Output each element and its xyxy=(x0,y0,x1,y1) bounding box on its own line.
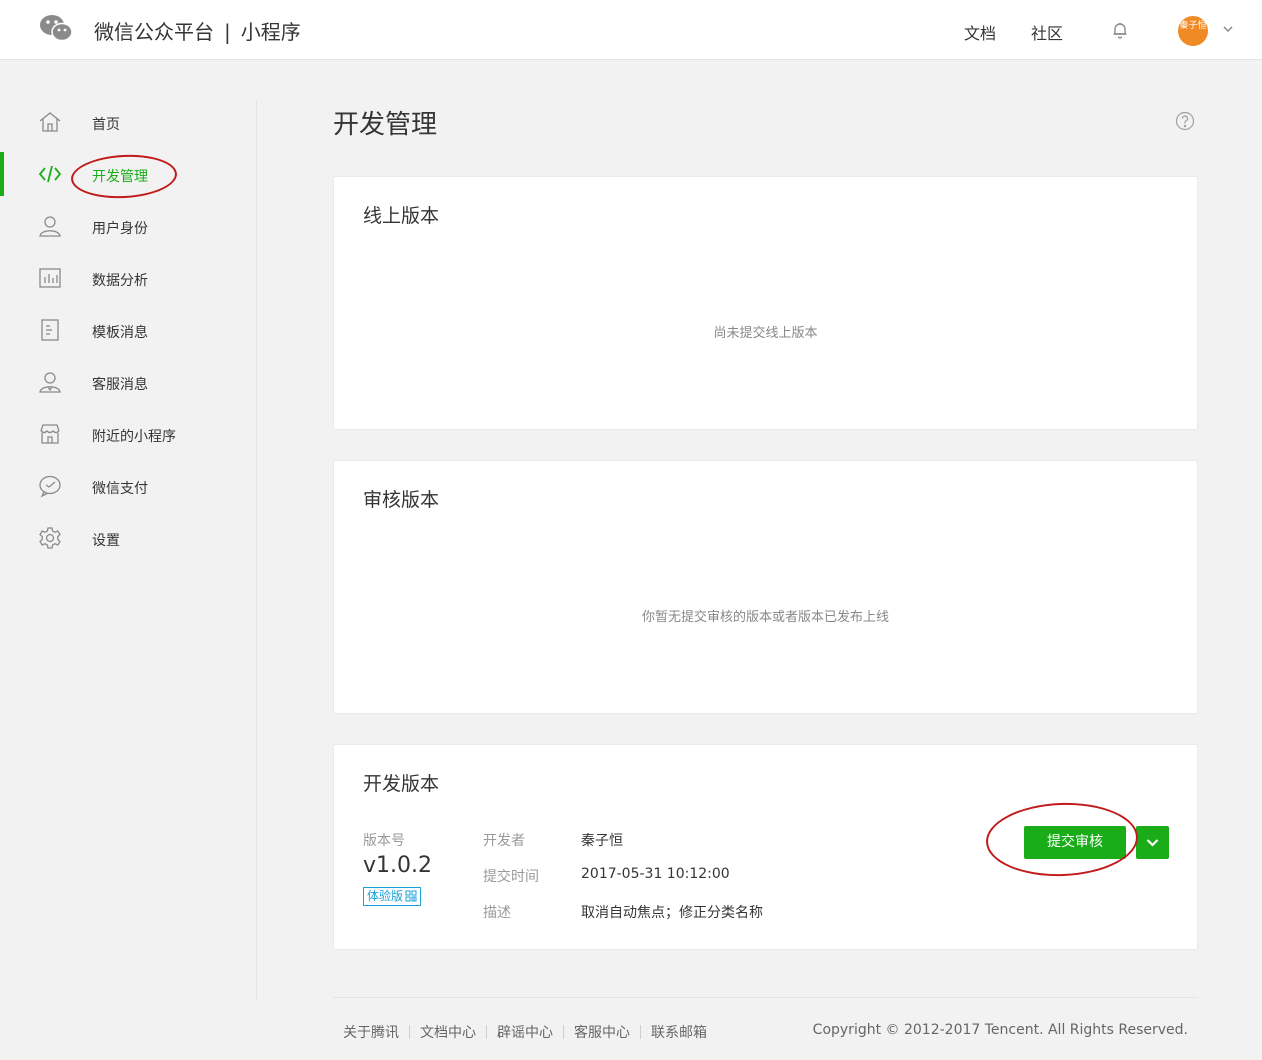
product-name: 小程序 xyxy=(240,20,301,44)
review-version-title: 审核版本 xyxy=(363,489,440,511)
sidebar-item-data-analysis[interactable]: 数据分析 xyxy=(0,256,256,308)
footer-divider-bar xyxy=(409,1025,410,1039)
sidebar-item-home[interactable]: 首页 xyxy=(0,100,256,152)
wechat-logo-icon[interactable] xyxy=(38,12,74,44)
user-icon xyxy=(39,216,61,237)
avatar-text: 秦子恒 xyxy=(1179,21,1207,31)
description-label: 描述 xyxy=(483,905,511,921)
version-number: v1.0.2 xyxy=(363,853,432,878)
page-title: 开发管理 xyxy=(333,110,438,140)
chevron-down-icon xyxy=(1146,839,1159,847)
sidebar-item-label: 设置 xyxy=(92,533,120,549)
footer-divider xyxy=(333,997,1198,998)
code-icon xyxy=(38,165,62,183)
review-version-empty-text: 你暂无提交审核的版本或者版本已发布上线 xyxy=(641,610,889,625)
version-number-label: 版本号 xyxy=(363,833,405,849)
store-icon xyxy=(40,424,60,444)
submit-review-button[interactable]: 提交审核 xyxy=(1024,826,1126,859)
brand-title[interactable]: 微信公众平台 | 小程序 xyxy=(94,16,301,45)
dev-version-title: 开发版本 xyxy=(363,773,440,795)
sidebar: 首页 开发管理 用户身份 数据分析 模板消息 客服消息 附近的小程序 微信支付 … xyxy=(0,100,257,1000)
footer-link-service-center[interactable]: 客服中心 xyxy=(574,1022,630,1042)
sidebar-item-dev-management[interactable]: 开发管理 xyxy=(0,152,256,204)
home-icon xyxy=(39,112,61,132)
dev-version-card: 开发版本 版本号 v1.0.2 体验版 开发者 秦子恒 提交时间 2017-05… xyxy=(333,744,1198,950)
active-indicator xyxy=(0,152,4,196)
sidebar-item-label: 首页 xyxy=(92,117,120,133)
community-link[interactable]: 社区 xyxy=(1031,20,1063,44)
developer-label: 开发者 xyxy=(483,833,525,849)
footer-link-contact-email[interactable]: 联系邮箱 xyxy=(651,1022,707,1042)
footer-divider-bar xyxy=(486,1025,487,1039)
chevron-down-icon[interactable] xyxy=(1221,22,1235,36)
footer-divider-bar xyxy=(640,1025,641,1039)
footer-divider-bar xyxy=(563,1025,564,1039)
pay-icon xyxy=(39,475,61,498)
online-version-empty-text: 尚未提交线上版本 xyxy=(713,326,818,341)
review-version-card: 审核版本 你暂无提交审核的版本或者版本已发布上线 xyxy=(333,460,1198,714)
sidebar-item-label: 微信支付 xyxy=(92,481,148,497)
footer-links: 关于腾讯 文档中心 辟谣中心 客服中心 联系邮箱 xyxy=(343,1022,707,1042)
copyright: Copyright © 2012-2017 Tencent. All Right… xyxy=(812,1022,1188,1038)
sidebar-item-user-identity[interactable]: 用户身份 xyxy=(0,204,256,256)
sidebar-item-template-message[interactable]: 模板消息 xyxy=(0,308,256,360)
help-icon[interactable] xyxy=(1175,111,1195,131)
brand-name: 微信公众平台 xyxy=(94,20,214,44)
badge-label: 体验版 xyxy=(367,889,404,903)
online-version-card: 线上版本 尚未提交线上版本 xyxy=(333,176,1198,430)
avatar[interactable]: 秦子恒 xyxy=(1178,16,1208,46)
submit-time-label: 提交时间 xyxy=(483,869,539,885)
document-icon xyxy=(41,319,59,341)
qrcode-icon xyxy=(405,890,417,902)
sidebar-item-settings[interactable]: 设置 xyxy=(0,516,256,568)
footer-link-about-tencent[interactable]: 关于腾讯 xyxy=(343,1022,399,1042)
submit-time-value: 2017-05-31 10:12:00 xyxy=(581,866,730,882)
docs-link[interactable]: 文档 xyxy=(964,20,996,44)
gear-icon xyxy=(39,527,61,549)
sidebar-item-wechat-pay[interactable]: 微信支付 xyxy=(0,464,256,516)
sidebar-item-label: 开发管理 xyxy=(92,169,148,185)
top-header: 微信公众平台 | 小程序 文档 社区 秦子恒 xyxy=(0,0,1262,60)
sidebar-item-label: 附近的小程序 xyxy=(92,429,176,445)
description-value: 取消自动焦点；修正分类名称 xyxy=(581,905,763,921)
footer-link-rumor-center[interactable]: 辟谣中心 xyxy=(497,1022,553,1042)
customer-service-icon xyxy=(39,372,61,393)
brand-separator: | xyxy=(224,20,231,44)
sidebar-item-label: 客服消息 xyxy=(92,377,148,393)
developer-value: 秦子恒 xyxy=(581,833,623,849)
trial-version-badge[interactable]: 体验版 xyxy=(363,887,422,906)
bell-icon[interactable] xyxy=(1110,20,1130,40)
online-version-title: 线上版本 xyxy=(363,205,440,227)
sidebar-item-label: 模板消息 xyxy=(92,325,148,341)
submit-options-dropdown-button[interactable] xyxy=(1136,826,1169,859)
footer-link-doc-center[interactable]: 文档中心 xyxy=(420,1022,476,1042)
sidebar-item-label: 数据分析 xyxy=(92,273,148,289)
sidebar-item-label: 用户身份 xyxy=(92,221,148,237)
sidebar-item-customer-service[interactable]: 客服消息 xyxy=(0,360,256,412)
chart-icon xyxy=(39,268,61,288)
sidebar-item-nearby-mini-program[interactable]: 附近的小程序 xyxy=(0,412,256,464)
